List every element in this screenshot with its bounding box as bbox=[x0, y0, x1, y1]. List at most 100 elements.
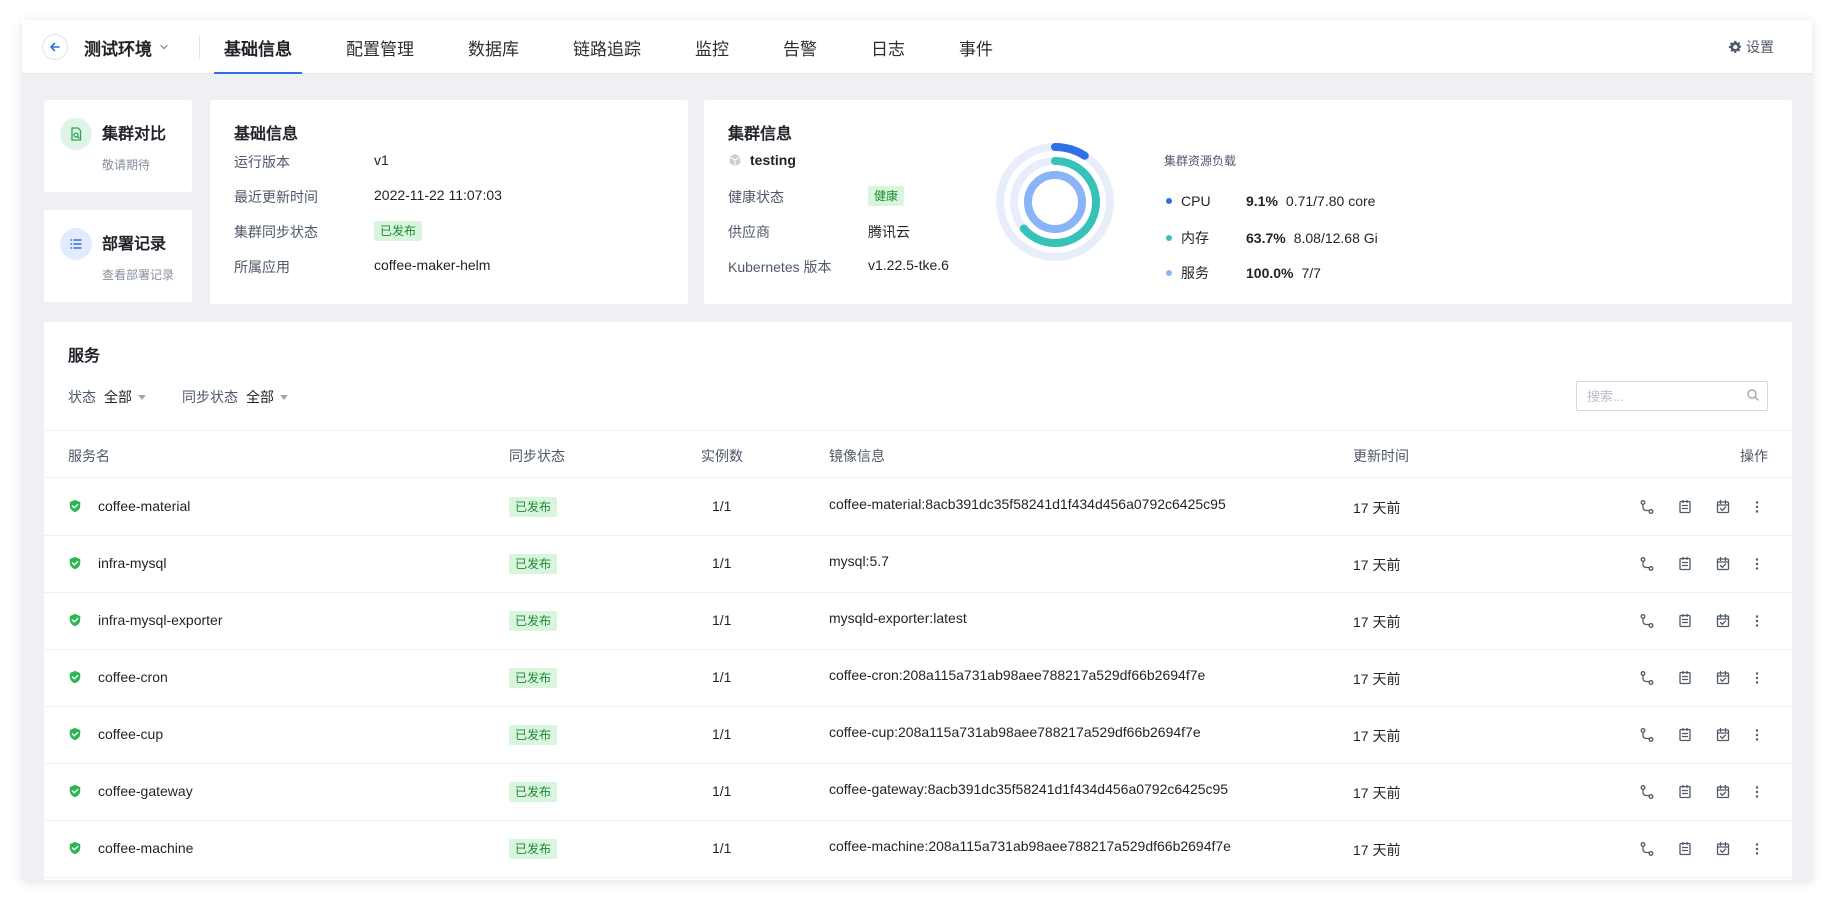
trace-icon[interactable] bbox=[1636, 724, 1658, 746]
tab-alerts[interactable]: 告警 bbox=[773, 20, 827, 74]
status-badge: 已发布 bbox=[374, 221, 423, 241]
service-name-cell[interactable]: coffee-cup bbox=[68, 726, 163, 742]
tab-database[interactable]: 数据库 bbox=[458, 20, 529, 74]
event-calendar-icon[interactable] bbox=[1712, 781, 1734, 803]
services-title: 服务 bbox=[68, 348, 101, 365]
status-filter[interactable]: 状态 全部 bbox=[68, 387, 146, 407]
service-name-cell[interactable]: infra-mysql-exporter bbox=[68, 612, 222, 628]
chevron-down-icon bbox=[158, 41, 170, 53]
sync-status-cell: 已发布 bbox=[509, 554, 558, 574]
service-name-cell[interactable]: coffee-gateway bbox=[68, 783, 193, 799]
log-icon[interactable] bbox=[1674, 553, 1696, 575]
status-badge: 已发布 bbox=[509, 668, 558, 688]
cluster-compare-card[interactable]: 集群对比 敬请期待 bbox=[44, 100, 192, 192]
service-name: coffee-cron bbox=[98, 669, 168, 685]
sync-status-filter-label: 同步状态 bbox=[182, 389, 238, 405]
healthy-shield-icon bbox=[68, 784, 90, 798]
trace-icon[interactable] bbox=[1636, 553, 1658, 575]
trace-icon[interactable] bbox=[1636, 781, 1658, 803]
tab-basic-info[interactable]: 基础信息 bbox=[214, 20, 302, 74]
event-calendar-icon[interactable] bbox=[1712, 553, 1734, 575]
service-name-cell[interactable]: coffee-machine bbox=[68, 840, 193, 856]
event-calendar-icon[interactable] bbox=[1712, 838, 1734, 860]
main-tabs: 基础信息 配置管理 数据库 链路追踪 监控 告警 日志 事件 bbox=[214, 20, 1037, 74]
more-vertical-icon[interactable] bbox=[1746, 781, 1768, 803]
sync-status-cell: 已发布 bbox=[509, 782, 558, 802]
service-name-cell[interactable]: coffee-material bbox=[68, 498, 190, 514]
instance-count: 1/1 bbox=[712, 669, 732, 685]
column-updated: 更新时间 bbox=[1353, 448, 1409, 464]
tab-events[interactable]: 事件 bbox=[949, 20, 1003, 74]
trace-icon[interactable] bbox=[1636, 496, 1658, 518]
trace-icon[interactable] bbox=[1636, 838, 1658, 860]
table-row: coffee-gateway 已发布 1/1 coffee-gateway:8acb3… bbox=[44, 764, 1792, 821]
status-badge: 已发布 bbox=[509, 725, 558, 745]
service-name: coffee-cup bbox=[98, 726, 164, 742]
updated-time: 17 天前 bbox=[1353, 785, 1401, 801]
instance-count: 1/1 bbox=[712, 783, 732, 799]
tab-monitoring[interactable]: 监控 bbox=[685, 20, 739, 74]
sync-status-cell: 已发布 bbox=[509, 497, 558, 517]
log-icon[interactable] bbox=[1674, 838, 1696, 860]
event-calendar-icon[interactable] bbox=[1712, 667, 1734, 689]
image-info: coffee-cron:208a115a731ab98aee788217a529… bbox=[829, 667, 1206, 683]
more-vertical-icon[interactable] bbox=[1746, 724, 1768, 746]
resource-donut-chart bbox=[996, 143, 1114, 261]
instance-count: 1/1 bbox=[712, 555, 732, 571]
event-calendar-icon[interactable] bbox=[1712, 724, 1734, 746]
log-icon[interactable] bbox=[1674, 496, 1696, 518]
more-vertical-icon[interactable] bbox=[1746, 667, 1768, 689]
service-name-cell[interactable]: infra-mysql bbox=[68, 555, 166, 571]
column-name: 服务名 bbox=[68, 448, 110, 464]
log-icon[interactable] bbox=[1674, 781, 1696, 803]
health-badge: 健康 bbox=[868, 186, 905, 206]
row-actions bbox=[1620, 496, 1768, 518]
column-image: 镜像信息 bbox=[829, 448, 885, 464]
run-version-label: 运行版本 bbox=[234, 154, 290, 170]
more-vertical-icon[interactable] bbox=[1746, 610, 1768, 632]
cluster-info-title: 集群信息 bbox=[728, 126, 793, 143]
updated-time: 17 天前 bbox=[1353, 728, 1401, 744]
tab-tracing[interactable]: 链路追踪 bbox=[563, 20, 651, 74]
table-row: coffee-cron 已发布 1/1 coffee-cron:208a115a731… bbox=[44, 650, 1792, 707]
trace-icon[interactable] bbox=[1636, 667, 1658, 689]
more-vertical-icon[interactable] bbox=[1746, 553, 1768, 575]
image-info: coffee-machine:208a115a731ab98aee788217a… bbox=[829, 838, 1231, 854]
log-icon[interactable] bbox=[1674, 724, 1696, 746]
arrow-left-icon bbox=[50, 42, 60, 52]
search-input[interactable] bbox=[1576, 381, 1768, 411]
row-actions bbox=[1620, 610, 1768, 632]
service-name: infra-mysql bbox=[98, 555, 167, 571]
tab-config[interactable]: 配置管理 bbox=[336, 20, 424, 74]
log-icon[interactable] bbox=[1674, 667, 1696, 689]
event-calendar-icon[interactable] bbox=[1712, 496, 1734, 518]
table-row: infra-mysql-exporter 已发布 1/1 mysqld-exporte… bbox=[44, 593, 1792, 650]
more-vertical-icon[interactable] bbox=[1746, 496, 1768, 518]
service-name: infra-mysql-exporter bbox=[98, 612, 223, 628]
legend-name: CPU bbox=[1181, 193, 1211, 209]
file-search-icon bbox=[60, 118, 92, 150]
more-vertical-icon[interactable] bbox=[1746, 838, 1768, 860]
row-actions bbox=[1620, 781, 1768, 803]
health-label: 健康状态 bbox=[728, 189, 784, 205]
row-actions bbox=[1620, 724, 1768, 746]
environment-select[interactable]: 测试环境 bbox=[84, 20, 170, 74]
settings-button[interactable]: 设置 bbox=[1728, 20, 1774, 74]
log-icon[interactable] bbox=[1674, 610, 1696, 632]
legend-detail: 8.08/12.68 Gi bbox=[1293, 230, 1378, 246]
last-update-label: 最近更新时间 bbox=[234, 189, 318, 205]
trace-icon[interactable] bbox=[1636, 610, 1658, 632]
back-button[interactable] bbox=[42, 34, 68, 60]
sync-status-filter[interactable]: 同步状态 全部 bbox=[182, 387, 288, 407]
event-calendar-icon[interactable] bbox=[1712, 610, 1734, 632]
services-card: 服务 状态 全部 同步状态 全部 服务名 同步状态 实例数 镜像信息 更新时间 … bbox=[44, 322, 1792, 880]
column-sync-status: 同步状态 bbox=[509, 448, 565, 464]
app-value: coffee-maker-helm bbox=[374, 257, 491, 273]
caret-down-icon bbox=[280, 394, 288, 400]
sync-status-cell: 已发布 bbox=[509, 839, 558, 859]
row-actions bbox=[1620, 667, 1768, 689]
tab-logs[interactable]: 日志 bbox=[861, 20, 915, 74]
deploy-record-card[interactable]: 部署记录 查看部署记录 bbox=[44, 210, 192, 302]
status-badge: 已发布 bbox=[509, 611, 558, 631]
service-name-cell[interactable]: coffee-cron bbox=[68, 669, 168, 685]
